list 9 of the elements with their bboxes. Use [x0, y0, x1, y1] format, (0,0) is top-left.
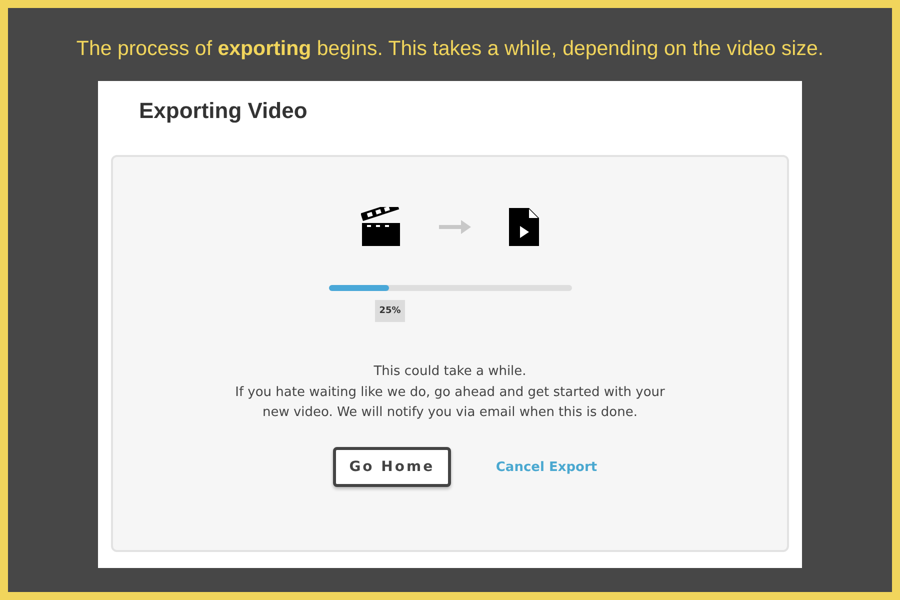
go-home-button[interactable]: Go Home: [332, 447, 451, 487]
dialog-title: Exporting Video: [139, 98, 308, 125]
video-file-icon: [509, 208, 539, 246]
progress-percent: 25%: [375, 300, 405, 322]
right-arrow-icon: [439, 220, 471, 234]
caption-text: The process of exporting begins. This takes a while, depending on the video size.: [76, 37, 824, 62]
message-title: This could take a while.: [374, 364, 526, 379]
clapperboard-icon: [361, 207, 401, 247]
message-text: If you hate waiting like we do, go ahead and get started with your new video. We will notify you via email when this is done.: [235, 384, 665, 422]
